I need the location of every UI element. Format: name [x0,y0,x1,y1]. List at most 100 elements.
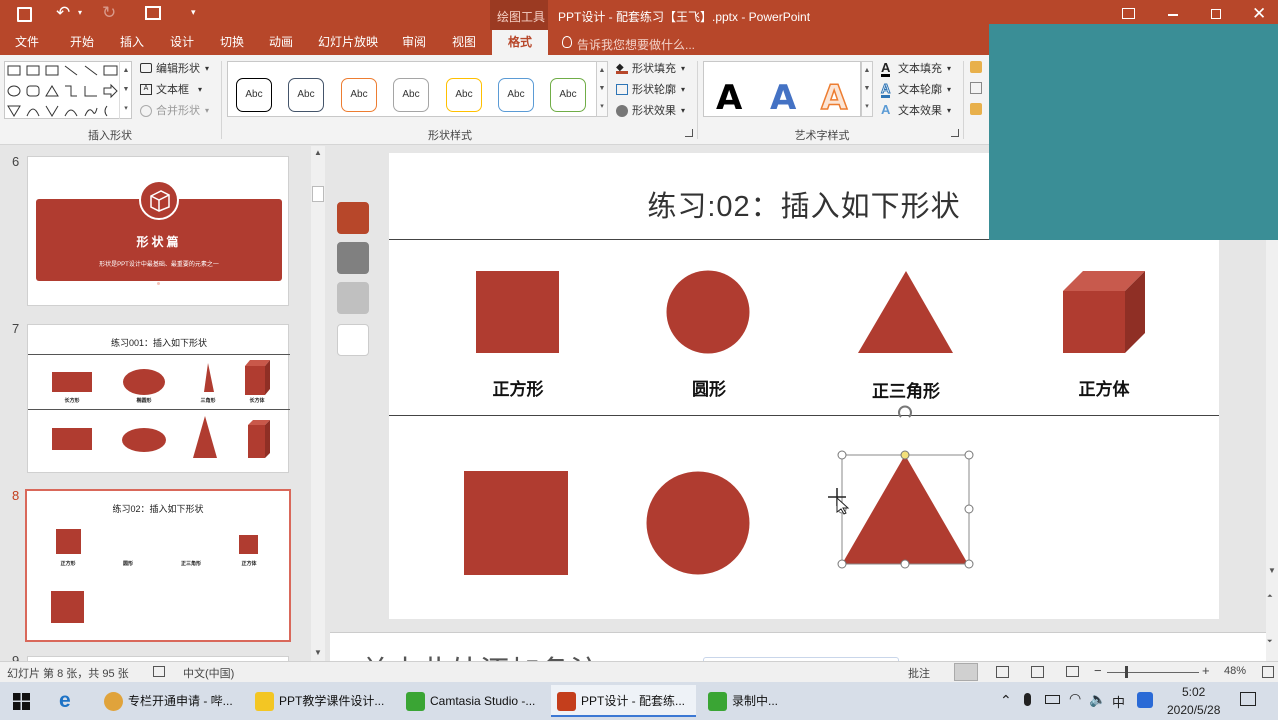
color-swatch-white[interactable] [337,324,369,356]
wordart-sample[interactable]: A [770,78,796,118]
notification-center-icon[interactable] [1240,692,1256,706]
taskbar-item-camtasia[interactable]: Camtasia Studio -... [400,685,545,717]
text-box-dropdown-icon[interactable]: ▾ [198,81,202,99]
tab-slideshow[interactable]: 幻灯片放映 [312,30,384,55]
taskbar-item-powerpoint[interactable]: PPT设计 - 配套练... [551,685,696,717]
scrollbar-thumb[interactable] [312,186,324,202]
scroll-down-icon[interactable]: ▼ [314,648,322,657]
shape-styles-dialog-launcher-icon[interactable] [685,129,693,137]
thumbnail-scrollbar[interactable]: ▲ ▼ [311,146,325,661]
tab-design[interactable]: 设计 [160,30,204,55]
clock-time[interactable]: 5:02 [1182,685,1205,699]
windows-start-icon[interactable] [13,693,30,710]
zoom-slider-thumb[interactable] [1125,666,1128,678]
alt-text-icon[interactable] [970,61,982,73]
customize-toolbar-icon[interactable]: ▾ [191,7,196,18]
clock-date[interactable]: 2020/5/28 [1167,703,1220,717]
wordart-sample[interactable]: A [820,77,848,119]
merge-shapes-button[interactable]: 合并形状 [156,102,200,120]
notes-placeholder[interactable]: 单击此处添加备注 [360,647,600,661]
shape-label[interactable]: 正方体 [1034,375,1174,400]
shape-style-preset[interactable]: Abc [446,78,482,112]
ime-tray-icon[interactable] [1137,692,1153,708]
shape-label[interactable]: 正方形 [448,375,588,400]
tab-review[interactable]: 审阅 [392,30,436,55]
shape-fill-button[interactable]: 形状填充 [632,60,676,78]
undo-dropdown-icon[interactable]: ▾ [78,8,82,17]
zoom-in-button[interactable]: + [1202,663,1210,678]
text-effects-dropdown-icon[interactable]: ▾ [947,102,951,120]
minimize-icon[interactable] [1168,14,1178,16]
zoom-out-button[interactable]: − [1094,663,1102,678]
shape-effects-button[interactable]: 形状效果 [632,102,676,120]
slide-count-status[interactable]: 幻灯片 第 8 张，共 95 张 [7,665,129,681]
input-method-indicator[interactable]: 中 [1112,692,1125,711]
tab-view[interactable]: 视图 [442,30,486,55]
reading-view-icon[interactable] [1031,666,1044,678]
undo-icon[interactable]: ↶ [56,3,70,23]
normal-view-icon[interactable] [954,663,978,681]
shape-style-preset[interactable]: Abc [236,78,272,112]
taskbar-item-recording[interactable]: 录制中... [702,685,812,717]
edit-shape-button[interactable]: 编辑形状 [156,60,200,78]
selection-pane-icon[interactable] [970,103,982,115]
tab-insert[interactable]: 插入 [110,30,154,55]
language-status[interactable]: 中文(中国) [183,665,234,681]
taskbar-item-folder[interactable]: PPT教学课件设计... [249,685,394,717]
text-outline-button[interactable]: 文本轮廓 [898,81,942,99]
shape-style-preset[interactable]: Abc [498,78,534,112]
shape-styles-gallery-scroll[interactable]: ▲ ▼ ▾ [596,61,608,117]
shape-fill-dropdown-icon[interactable]: ▾ [681,60,685,78]
scroll-up-icon[interactable]: ▲ [314,148,322,157]
slide-thumbnail[interactable]: 练习001：插入如下形状 长方形 椭圆形 三角形 长方体 [27,324,290,473]
battery-icon[interactable] [1045,695,1060,704]
tab-animations[interactable]: 动画 [259,30,303,55]
text-fill-dropdown-icon[interactable]: ▾ [947,60,951,78]
tab-home[interactable]: 开始 [58,30,106,55]
edge-browser-icon[interactable]: e [59,689,71,713]
slide-sorter-icon[interactable] [996,666,1009,678]
scroll-down-icon[interactable]: ▼ [1268,566,1276,575]
comments-button[interactable]: 批注 [908,665,930,681]
restore-icon[interactable] [1211,9,1221,19]
shape-label[interactable]: 圆形 [639,375,779,400]
microphone-icon[interactable] [1024,693,1031,706]
spell-check-icon[interactable] [153,666,165,677]
fit-to-window-icon[interactable] [1262,666,1274,678]
color-swatch-dark-gray[interactable] [337,242,369,274]
wordart-gallery-scroll[interactable]: ▲ ▼ ▾ [861,61,873,117]
next-slide-icon[interactable]: ⏷ [1267,638,1273,646]
shape-style-preset[interactable]: Abc [341,78,377,112]
shapes-gallery[interactable] [4,61,132,119]
save-icon[interactable] [17,7,32,22]
shape-outline-button[interactable]: 形状轮廓 [632,81,676,99]
shapes-gallery-scroll[interactable]: ▲ ▼ ▾ [119,61,132,119]
color-swatch-light-gray[interactable] [337,282,369,314]
tray-expand-icon[interactable]: ⌃ [1000,692,1012,709]
zoom-slider[interactable] [1107,672,1199,673]
ribbon-display-options-icon[interactable] [1122,8,1135,19]
taskbar-item-browser[interactable]: 专栏开通申请 - 哔... [98,685,243,717]
tell-me-search[interactable]: 告诉我您想要做什么... [577,36,695,53]
color-swatch-red[interactable] [337,202,369,234]
wordart-dialog-launcher-icon[interactable] [951,129,959,137]
zoom-level[interactable]: 48% [1224,665,1246,677]
shape-label[interactable]: 正三角形 [836,377,976,402]
arrange-icon[interactable] [970,82,982,94]
shape-style-preset[interactable]: Abc [550,78,586,112]
close-icon[interactable]: ✕ [1252,4,1266,24]
redo-icon[interactable]: ↻ [102,3,116,23]
wordart-sample[interactable]: A [716,78,742,118]
shape-outline-dropdown-icon[interactable]: ▾ [681,81,685,99]
edit-shape-dropdown-icon[interactable]: ▾ [205,60,209,78]
tab-transitions[interactable]: 切换 [210,30,254,55]
tab-file[interactable]: 文件 [0,30,54,55]
text-fill-button[interactable]: 文本填充 [898,60,942,78]
shape-effects-dropdown-icon[interactable]: ▾ [681,102,685,120]
volume-icon[interactable]: 🔈 [1089,691,1106,708]
shape-style-preset[interactable]: Abc [393,78,429,112]
shape-style-preset[interactable]: Abc [288,78,324,112]
start-from-beginning-icon[interactable] [145,6,161,20]
tab-format[interactable]: 格式 [492,30,548,55]
wifi-icon[interactable]: ◠ [1069,690,1081,707]
